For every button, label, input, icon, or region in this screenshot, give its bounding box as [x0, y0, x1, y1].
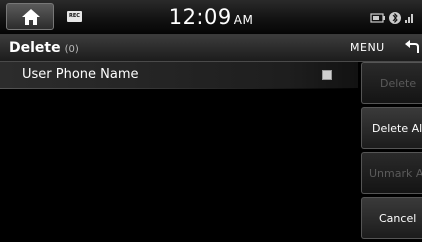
list-item[interactable]: User Phone Name: [0, 62, 358, 88]
selected-count: (0): [64, 44, 79, 55]
clock-time: 12:09: [168, 5, 232, 29]
back-arrow-icon[interactable]: [404, 40, 420, 56]
clock-ampm: AM: [233, 13, 254, 27]
unmark-all-button[interactable]: Unmark All: [361, 152, 422, 194]
bluetooth-icon: [389, 12, 401, 24]
list-item-label: User Phone Name: [22, 67, 139, 82]
list-item-checkbox[interactable]: [322, 70, 332, 80]
status-bar: REC 12:09 AM: [0, 0, 422, 35]
page-title: Delete (0): [9, 38, 79, 60]
signal-icon: [405, 14, 413, 23]
cancel-button[interactable]: Cancel: [361, 197, 422, 239]
list-divider: [0, 88, 358, 89]
delete-button[interactable]: Delete: [361, 62, 422, 104]
status-icons: [370, 10, 422, 29]
phone-battery-icon: [370, 13, 385, 23]
clock: 12:09 AM: [0, 3, 422, 34]
title-bar: Delete (0) MENU: [0, 35, 422, 62]
page-title-text: Delete: [9, 40, 61, 56]
delete-all-button[interactable]: Delete All: [361, 107, 422, 149]
action-panel: Delete Delete All Unmark All Cancel: [361, 62, 422, 242]
phone-list: User Phone Name: [0, 62, 358, 242]
menu-button[interactable]: MENU: [350, 40, 385, 56]
